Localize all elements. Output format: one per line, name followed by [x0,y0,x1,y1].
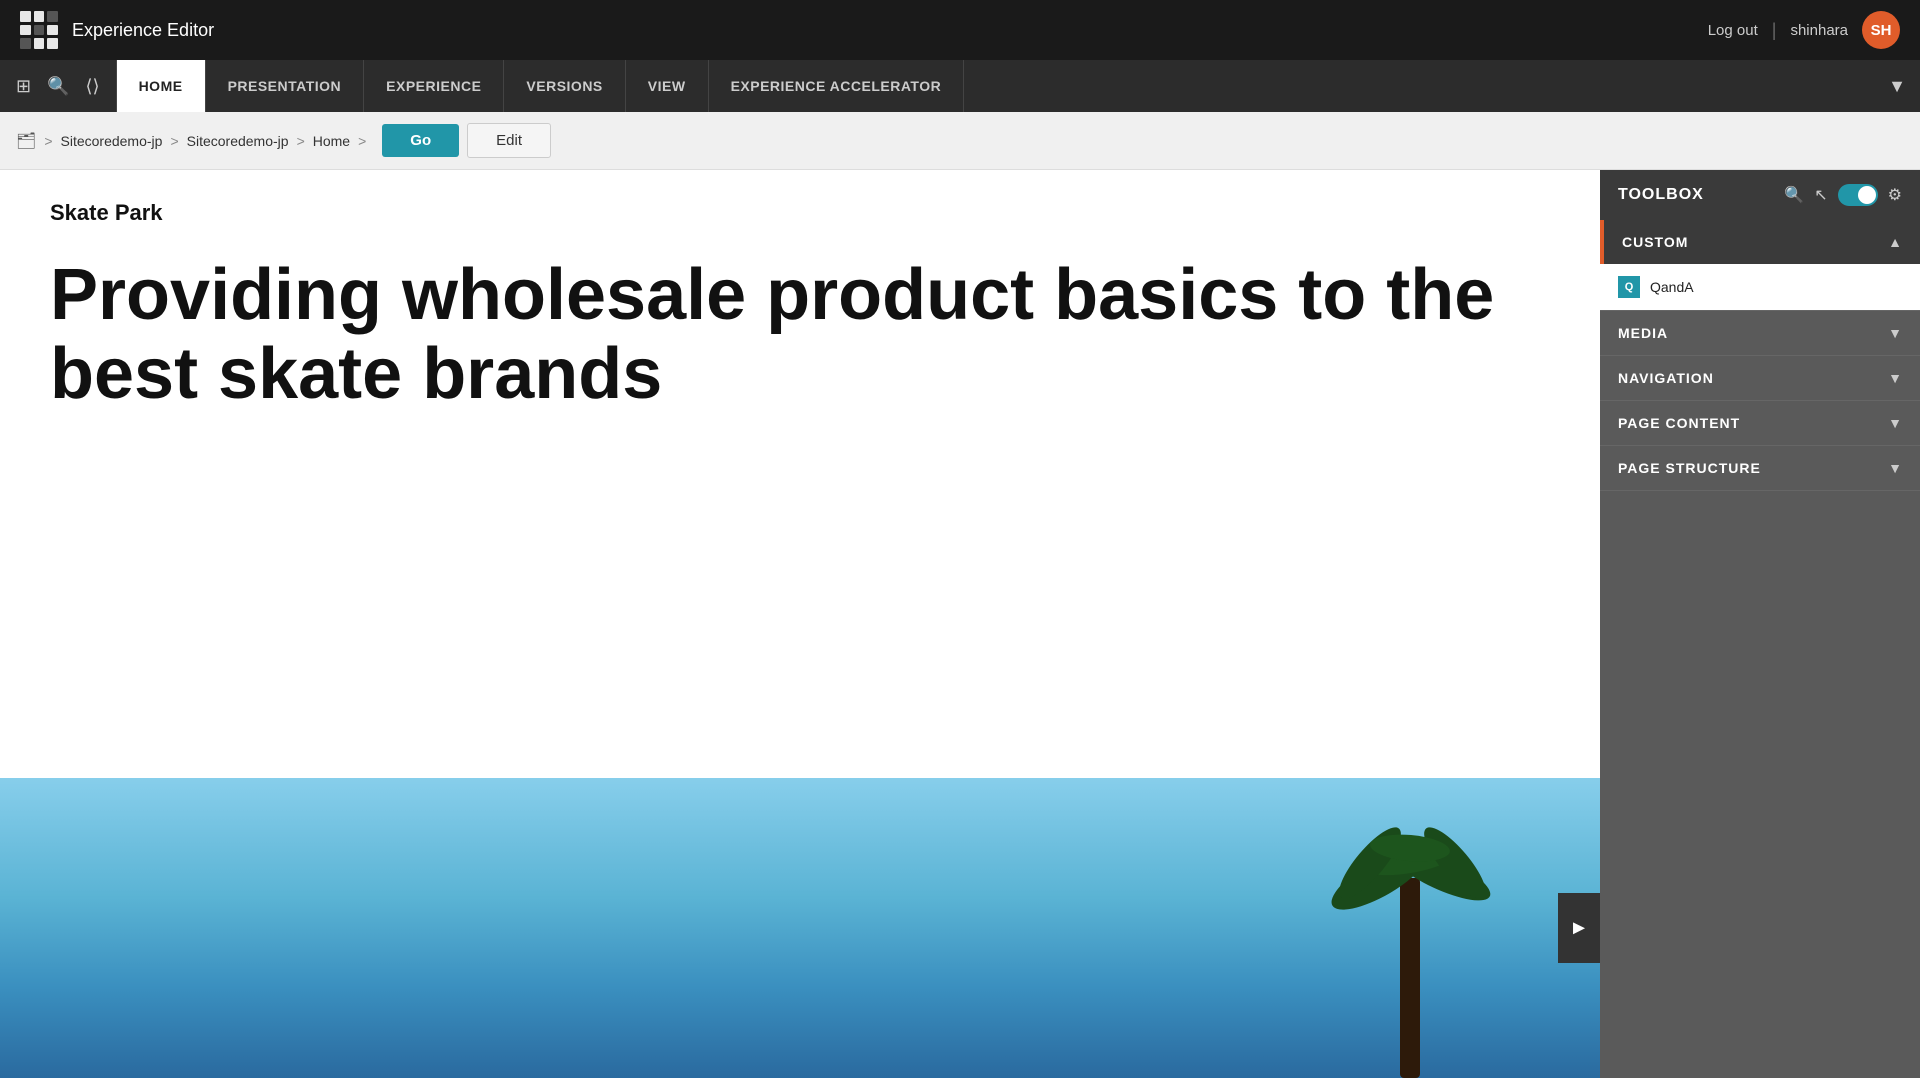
toolbox-settings-icon[interactable]: ⚙ [1888,185,1902,205]
media-section-label: MEDIA [1618,325,1668,341]
page-content-section-header[interactable]: PAGE CONTENT [1600,401,1920,445]
toolbox-icons: 🔍 ↖ ⚙ [1784,184,1902,206]
navigation-chevron-icon [1888,370,1902,386]
toolbox-section-page-content: PAGE CONTENT [1600,401,1920,446]
username-label: shinhara [1790,22,1848,39]
custom-section-label: CUSTOM [1622,234,1688,250]
toolbox-title: TOOLBOX [1618,186,1704,204]
nav-items: HOME PRESENTATION EXPERIENCE VERSIONS VI… [117,60,965,112]
logo-cell [47,25,58,36]
toolbox-sidebar: TOOLBOX 🔍 ↖ ⚙ CUSTOM Q QandA [1600,170,1920,1078]
breadcrumb-sep-1: > [44,133,52,149]
content-area: Skate Park Providing wholesale product b… [0,170,1600,1078]
qanda-icon: Q [1618,276,1640,298]
toolbox-toggle[interactable] [1838,184,1878,206]
breadcrumb-bar: 🗂 > Sitecoredemo-jp > Sitecoredemo-jp > … [0,112,1920,170]
logo-cell [20,11,31,22]
toggle-knob [1858,186,1876,204]
nav-bar: ⊞ 🔍 ⟨⟩ HOME PRESENTATION EXPERIENCE VERS… [0,60,1920,112]
toolbox-section-media: MEDIA [1600,311,1920,356]
bottom-image-area: ► [0,778,1600,1078]
page-structure-chevron-icon [1888,460,1902,476]
media-section-header[interactable]: MEDIA [1600,311,1920,355]
nav-item-home[interactable]: HOME [117,60,206,112]
navigation-section-label: NAVIGATION [1618,370,1714,386]
logo-cell [34,11,45,22]
go-button[interactable]: Go [382,124,459,157]
page-content-chevron-icon [1888,415,1902,431]
app-branding: Experience Editor [20,11,214,49]
page-content-section-label: PAGE CONTENT [1618,415,1740,431]
separator: | [1772,20,1777,41]
logout-link[interactable]: Log out [1708,22,1758,39]
breadcrumb-home-icon[interactable]: 🗂 [16,131,36,151]
toolbox-search-icon[interactable]: 🔍 [1784,185,1804,205]
logo-cell [34,38,45,49]
search-nav-icon[interactable]: 🔍 [43,72,73,101]
page-subtitle: Skate Park [50,200,1550,226]
app-title: Experience Editor [72,20,214,41]
content-inner: Skate Park Providing wholesale product b… [0,170,1600,444]
toolbox-section-navigation: NAVIGATION [1600,356,1920,401]
nav-item-presentation[interactable]: PRESENTATION [206,60,365,112]
logo-cell [20,25,31,36]
toolbox-section-page-structure: PAGE STRUCTURE [1600,446,1920,491]
logo-cell [34,25,45,36]
main-layout: Skate Park Providing wholesale product b… [0,170,1920,1078]
hero-text: Providing wholesale product basics to th… [50,256,1550,414]
navigation-section-header[interactable]: NAVIGATION [1600,356,1920,400]
breadcrumb-part-3[interactable]: Home [313,133,350,149]
logo-cell [47,11,58,22]
share-nav-icon[interactable]: ⟨⟩ [82,72,104,101]
media-chevron-icon [1888,325,1902,341]
page-structure-section-label: PAGE STRUCTURE [1618,460,1761,476]
toolbox-cursor-icon[interactable]: ↖ [1814,185,1827,205]
toolbox-section-custom: CUSTOM Q QandA [1600,220,1920,311]
nav-dropdown-chevron[interactable]: ▼ [1874,60,1920,112]
toolbox-header: TOOLBOX 🔍 ↖ ⚙ [1600,170,1920,220]
custom-section-header[interactable]: CUSTOM [1600,220,1920,264]
nav-item-experience[interactable]: EXPERIENCE [364,60,504,112]
avatar[interactable]: SH [1862,11,1900,49]
nav-item-view[interactable]: VIEW [626,60,709,112]
logo-cell [47,38,58,49]
next-arrow-button[interactable]: ► [1558,893,1600,963]
nav-icon-group: ⊞ 🔍 ⟨⟩ [0,60,117,112]
home-nav-icon[interactable]: ⊞ [12,72,35,101]
user-section: Log out | shinhara SH [1708,11,1900,49]
qanda-label: QandA [1650,279,1694,295]
top-bar: Experience Editor Log out | shinhara SH [0,0,1920,60]
app-logo [20,11,58,49]
breadcrumb-sep-3: > [297,133,305,149]
page-structure-section-header[interactable]: PAGE STRUCTURE [1600,446,1920,490]
logo-cell [20,38,31,49]
breadcrumb-sep-2: > [170,133,178,149]
breadcrumb-part-2[interactable]: Sitecoredemo-jp [187,133,289,149]
custom-chevron-icon [1888,234,1902,250]
breadcrumb-sep-4: > [358,133,366,149]
edit-button[interactable]: Edit [467,123,551,158]
palm-tree-svg [1300,798,1520,1078]
nav-item-versions[interactable]: VERSIONS [504,60,625,112]
nav-item-experience-accelerator[interactable]: EXPERIENCE ACCELERATOR [709,60,965,112]
breadcrumb-part-1[interactable]: Sitecoredemo-jp [61,133,163,149]
qanda-item[interactable]: Q QandA [1600,264,1920,310]
